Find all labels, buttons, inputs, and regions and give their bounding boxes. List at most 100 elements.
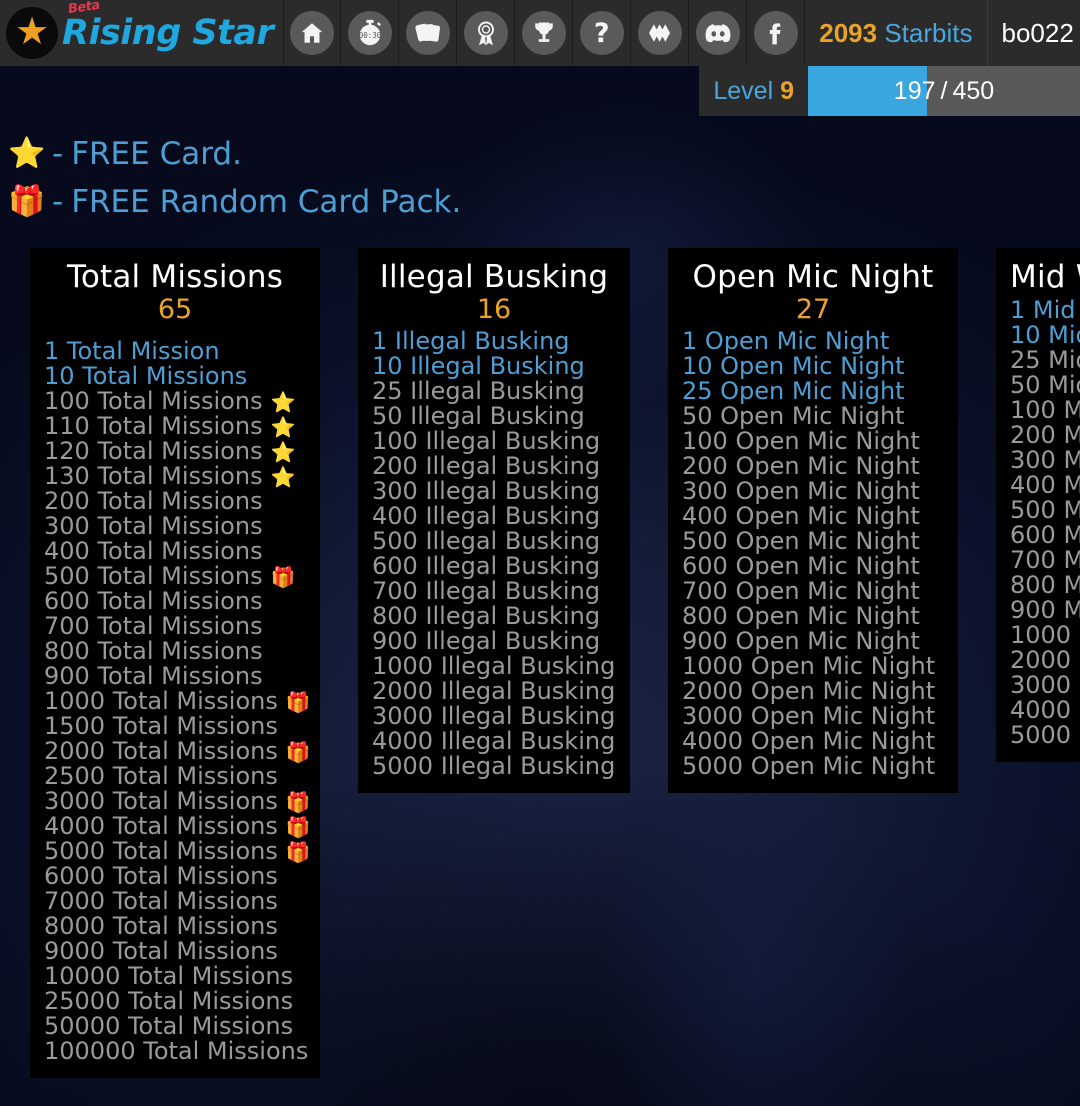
achievement-row-locked: 1000 Illegal Busking — [372, 654, 616, 679]
legend-item-free-card: ⭐ - FREE Card. — [8, 130, 1080, 178]
achievement-row-locked: 400 Mid Week Support — [1010, 473, 1080, 498]
xp-progress-bar[interactable]: 197 / 450 — [808, 66, 1080, 116]
nav-cards-button[interactable] — [399, 0, 458, 66]
achievement-label: 25 Illegal Busking — [372, 377, 585, 406]
nav-achievements-button[interactable] — [457, 0, 516, 66]
achievement-row-completed: 1 Total Mission — [44, 339, 306, 364]
achievement-label: 7000 Total Missions — [44, 887, 278, 916]
achievement-label: 1000 Open Mic Night — [682, 652, 936, 681]
achievement-row-locked: 50000 Total Missions — [44, 1014, 306, 1039]
achievement-row-locked: 300 Total Missions — [44, 514, 306, 539]
achievement-row-completed: 25 Open Mic Night — [682, 379, 944, 404]
starbits-amount: 2093 — [819, 18, 878, 48]
achievement-label: 10000 Total Missions — [44, 962, 294, 991]
achievement-row-locked: 2000 Total Missions 🎁 — [44, 739, 311, 764]
panel-completed-count: 27 — [795, 294, 831, 326]
achievement-row-locked: 700 Total Missions — [44, 614, 306, 639]
achievement-label: 2000 Illegal Busking — [372, 677, 616, 706]
achievement-label: 700 Total Missions — [44, 612, 263, 641]
achievement-row-locked: 600 Illegal Busking — [372, 554, 616, 579]
achievement-label: 9000 Total Missions — [44, 937, 278, 966]
achievement-label: 1 Illegal Busking — [372, 327, 570, 356]
achievement-row-locked: 5000 Open Mic Night — [682, 754, 944, 779]
achievement-label: 600 Total Missions — [44, 587, 263, 616]
discord-icon — [695, 11, 740, 55]
achievement-label: 600 Illegal Busking — [372, 552, 601, 581]
achievement-label: 4000 Open Mic Night — [682, 727, 936, 756]
gift-icon: 🎁 — [285, 789, 311, 814]
nav-leaderboard-button[interactable] — [515, 0, 574, 66]
rising-star-logo-icon: ★ — [6, 7, 58, 59]
achievement-label: 10 Mid Week Support — [1010, 321, 1080, 350]
achievement-label: 300 Mid Week Support — [1010, 446, 1080, 475]
xp-current: 197 — [893, 76, 936, 105]
panel-title: Total Missions — [66, 259, 284, 295]
achievement-row-list: 1 Mid Week Support10 Mid Week Support25 … — [1010, 298, 1080, 748]
gift-icon: 🎁 — [285, 839, 311, 864]
achievement-label: 50 Illegal Busking — [372, 402, 585, 431]
achievement-row-locked: 800 Illegal Busking — [372, 604, 616, 629]
achievement-row-locked: 600 Mid Week Support — [1010, 523, 1080, 548]
legend-dash: - — [52, 136, 64, 172]
gift-icon: 🎁 — [8, 184, 46, 219]
starbits-balance[interactable]: 2093 Starbits — [805, 0, 988, 66]
nav-facebook-button[interactable] — [747, 0, 806, 66]
achievement-row-locked: 900 Total Missions — [44, 664, 306, 689]
starbits-label: Starbits — [884, 18, 973, 48]
xp-max: 450 — [952, 76, 995, 105]
achievement-row-list: 1 Illegal Busking 10 Illegal Busking 25 Il… — [372, 329, 616, 779]
panel-title: Illegal Busking — [379, 259, 609, 295]
achievement-label: 200 Open Mic Night — [682, 452, 920, 481]
nav-icon-group: 00:30 ? — [283, 0, 806, 66]
achievement-label: 1 Total Mission — [44, 337, 220, 366]
achievement-label: 900 Mid Week Support — [1010, 596, 1080, 625]
achievement-row-locked: 100000 Total Missions — [44, 1039, 308, 1064]
panel-completed-count: 65 — [157, 294, 193, 326]
nav-home-button[interactable] — [283, 0, 342, 66]
achievement-label: 800 Open Mic Night — [682, 602, 920, 631]
achievement-label: 900 Total Missions — [44, 662, 263, 691]
achievement-row-locked: 900 Open Mic Night — [682, 629, 944, 654]
achievement-row-locked: 3000 Illegal Busking — [372, 704, 616, 729]
achievement-row-locked: 700 Illegal Busking — [372, 579, 616, 604]
achievement-label: 500 Illegal Busking — [372, 527, 601, 556]
achievement-label: 800 Illegal Busking — [372, 602, 601, 631]
achievement-row-locked: 700 Mid Week Support — [1010, 548, 1080, 573]
achievement-row-locked: 800 Mid Week Support — [1010, 573, 1080, 598]
achievement-label: 800 Total Missions — [44, 637, 263, 666]
nav-timer-button[interactable]: 00:30 — [341, 0, 400, 66]
gift-icon: 🎁 — [285, 689, 311, 714]
achievement-row-completed: 1 Mid Week Support — [1010, 298, 1080, 323]
achievement-label: 3000 Illegal Busking — [372, 702, 616, 731]
achievement-label: 4000 Total Missions — [44, 812, 278, 841]
achievement-label: 900 Open Mic Night — [682, 627, 920, 656]
legend-label: FREE Card. — [71, 136, 242, 172]
brand-name: Rising Star Beta — [62, 0, 274, 53]
achievement-label: 50 Open Mic Night — [682, 402, 905, 431]
achievement-row-locked: 110 Total Missions ⭐ — [44, 414, 306, 439]
achievement-row-completed: 10 Total Missions — [44, 364, 306, 389]
achievement-label: 2000 Mid Week Support — [1010, 646, 1080, 675]
beta-badge: Beta — [67, 0, 101, 18]
facebook-icon — [753, 11, 798, 55]
achievement-label: 1500 Total Missions — [44, 712, 278, 741]
achievement-label: 500 Open Mic Night — [682, 527, 920, 556]
achievement-label: 5000 Open Mic Night — [682, 752, 936, 781]
achievement-label: 300 Illegal Busking — [372, 477, 601, 506]
achievement-label: 900 Illegal Busking — [372, 627, 601, 656]
achievement-row-locked: 400 Total Missions — [44, 539, 306, 564]
achievement-label: 1 Open Mic Night — [682, 327, 890, 356]
nav-help-button[interactable]: ? — [573, 0, 632, 66]
achievement-row-locked: 2000 Mid Week Support — [1010, 648, 1080, 673]
brand-logo-link[interactable]: ★ Rising Star Beta — [0, 0, 284, 66]
panel-title: Mid Week Support — [1010, 259, 1080, 295]
achievement-label: 110 Total Missions — [44, 412, 263, 441]
nav-hive-button[interactable] — [631, 0, 690, 66]
username-label[interactable]: bo022 — [988, 0, 1080, 66]
star-icon: ⭐ — [270, 439, 296, 464]
achievement-row-locked: 1000 Total Missions 🎁 — [44, 689, 311, 714]
legend-label: FREE Random Card Pack. — [71, 184, 462, 220]
achievement-label: 2000 Open Mic Night — [682, 677, 936, 706]
nav-discord-button[interactable] — [689, 0, 748, 66]
panel-completed-count: 16 — [476, 294, 512, 326]
